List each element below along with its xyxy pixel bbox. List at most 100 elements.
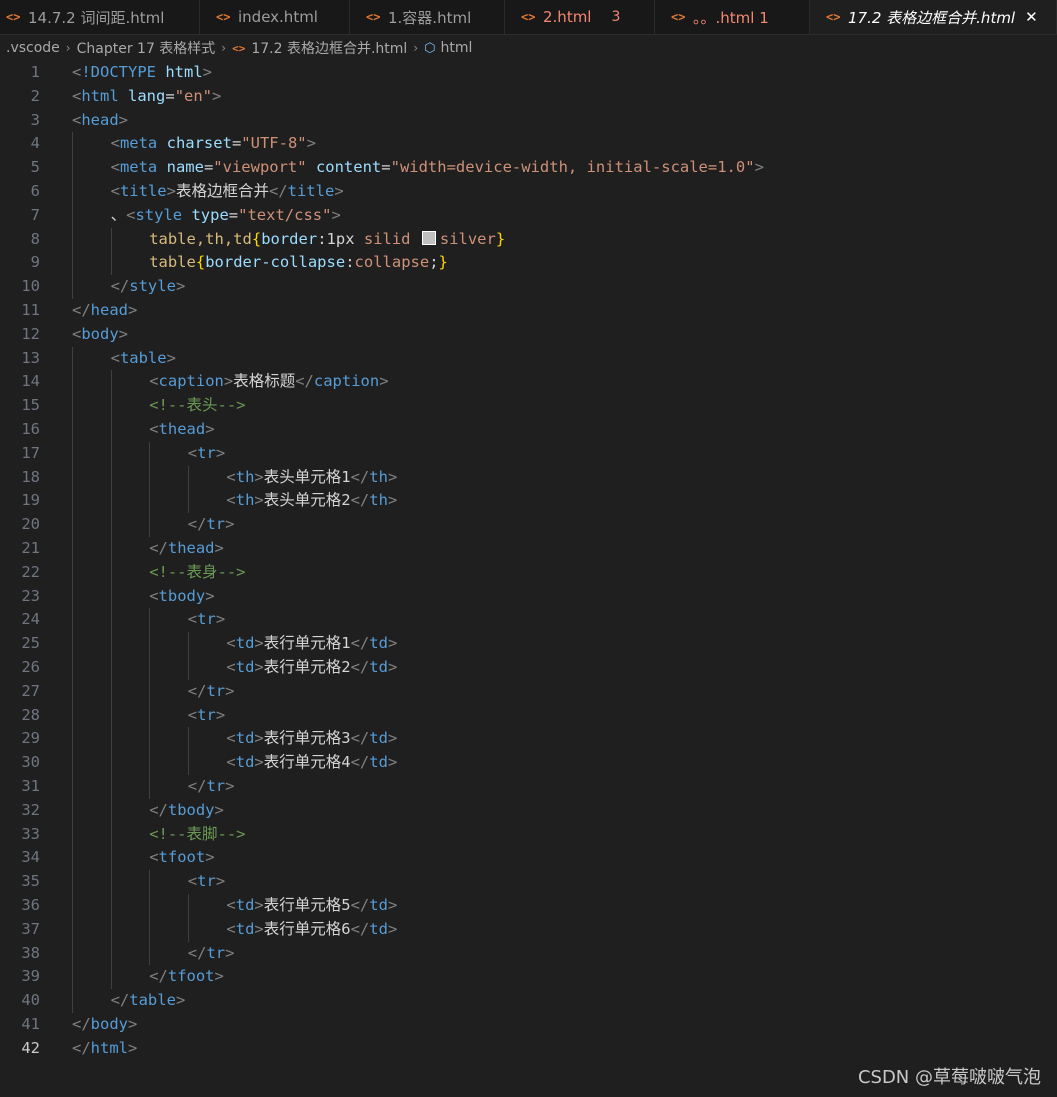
tab-14-7-2[interactable]: <> 14.7.2 词间距.html: [0, 0, 200, 34]
tab-dots-html[interactable]: <> 。。.html 1: [655, 0, 810, 34]
code-token: :: [317, 229, 327, 248]
line-number: 10: [21, 277, 40, 296]
code-line[interactable]: 19 <th>表头单元格2</th>: [0, 489, 1057, 514]
code-content: <th>表头单元格1</th>: [226, 466, 397, 490]
code-token: <: [110, 182, 120, 200]
code-token: >: [215, 443, 226, 462]
code-line[interactable]: 11 </head>: [0, 299, 1057, 323]
code-content: <caption>表格标题</caption>: [149, 370, 388, 394]
code-line[interactable]: 2 <html lang="en">: [0, 85, 1057, 109]
line-number: 15: [21, 396, 40, 415]
code-line[interactable]: 21 </thead>: [0, 537, 1057, 561]
code-line[interactable]: 6 <title>表格边框合并</title>: [0, 180, 1057, 204]
code-line[interactable]: 30 <td>表行单元格4</td>: [0, 751, 1057, 775]
code-line[interactable]: 3 <head>: [0, 109, 1057, 133]
breadcrumb-item-vscode[interactable]: .vscode: [6, 40, 60, 56]
code-line[interactable]: 16 <thead>: [0, 418, 1057, 442]
code-token: tr: [206, 943, 226, 962]
code-line[interactable]: 8 table,th,td{border:1px silid silver}: [0, 227, 1057, 252]
code-line[interactable]: 38 </tr>: [0, 941, 1057, 966]
code-token: >: [254, 753, 264, 772]
breadcrumb-item-chapter[interactable]: Chapter 17 表格样式: [77, 38, 216, 58]
indent-guide: [110, 965, 112, 990]
tab-container[interactable]: <> 1.容器.html: [350, 0, 505, 34]
code-content: </tr>: [188, 775, 235, 799]
code-line[interactable]: 13 <table>: [0, 346, 1057, 371]
code-token: >: [175, 277, 186, 296]
code-token: <: [226, 919, 236, 938]
code-content: table,th,td{border:1px silid silver}: [149, 228, 505, 252]
code-line[interactable]: 23 <tbody>: [0, 584, 1057, 609]
code-line[interactable]: 27 </tr>: [0, 679, 1057, 704]
code-token: </: [110, 277, 130, 296]
indent-guide: [72, 822, 73, 847]
code-line[interactable]: 34 <tfoot>: [0, 846, 1057, 871]
code-line[interactable]: 31 </tr>: [0, 775, 1057, 799]
code-token: <: [110, 348, 120, 367]
code-line[interactable]: 25 <td>表行单元格1</td>: [0, 632, 1057, 656]
line-number: 26: [21, 658, 40, 676]
indent-guide: [149, 632, 151, 656]
code-token: tr: [197, 443, 216, 462]
code-line[interactable]: 10 </style>: [0, 275, 1057, 299]
code-line[interactable]: 17 <tr>: [0, 441, 1057, 466]
code-line[interactable]: 29 <td>表行单元格3</td>: [0, 727, 1057, 752]
tab-2-html[interactable]: <> 2.html 3: [505, 0, 655, 34]
code-token: </: [149, 967, 168, 986]
code-line[interactable]: 9 table{border-collapse:collapse;}: [0, 251, 1057, 276]
code-editor[interactable]: 1 <!DOCTYPE html> 2 <html lang="en"> 3 <head>…: [0, 61, 1057, 1061]
code-token: table,th,td: [149, 229, 252, 248]
code-line[interactable]: 5 <meta name="viewport" content="width=de…: [0, 156, 1057, 180]
close-icon[interactable]: ✕: [1025, 8, 1038, 26]
tab-17-2-active[interactable]: <> 17.2 表格边框合并.html ✕: [810, 0, 1057, 34]
code-line[interactable]: 20 </tr>: [0, 513, 1057, 537]
indent-guide: [72, 965, 73, 990]
indent-guide: [72, 203, 73, 228]
code-line[interactable]: 41 </body>: [0, 1013, 1057, 1037]
code-token: >: [166, 348, 176, 367]
code-token: </: [350, 729, 370, 748]
code-line[interactable]: 12 <body>: [0, 323, 1057, 347]
code-token: th: [235, 491, 255, 510]
code-token: >: [254, 634, 264, 653]
code-line[interactable]: 40 </table>: [0, 989, 1057, 1013]
code-token: lang: [128, 86, 166, 105]
indent-guide: [187, 894, 189, 918]
code-line[interactable]: 15 <!--表头-->: [0, 394, 1057, 418]
breadcrumb-item-file[interactable]: 17.2 表格边框合并.html: [251, 38, 407, 58]
code-token: >: [212, 86, 222, 105]
color-swatch-icon[interactable]: [421, 230, 436, 245]
code-line[interactable]: 28 <tr>: [0, 703, 1057, 728]
code-line[interactable]: 32 </tbody>: [0, 798, 1057, 823]
indent-guide: [149, 727, 151, 752]
code-token: name: [166, 158, 204, 177]
code-line[interactable]: 42 </html>: [0, 1037, 1057, 1061]
code-line[interactable]: 26 <td>表行单元格2</td>: [0, 656, 1057, 680]
code-line[interactable]: 18 <th>表头单元格1</th>: [0, 465, 1057, 490]
code-line[interactable]: 4 <meta charset="UTF-8">: [0, 132, 1057, 157]
tab-label: 1.容器.html: [388, 8, 472, 27]
breadcrumb-item-symbol[interactable]: html: [441, 40, 473, 56]
tab-index[interactable]: <> index.html: [200, 0, 350, 34]
code-token: >: [128, 301, 138, 319]
code-line[interactable]: 37 <td>表行单元格6</td>: [0, 917, 1057, 942]
code-line[interactable]: 14 <caption>表格标题</caption>: [0, 370, 1057, 395]
code-line[interactable]: 39 </tfoot>: [0, 965, 1057, 990]
indent-guide: [110, 703, 112, 728]
code-token: tr: [197, 705, 216, 724]
code-line[interactable]: 33 <!--表脚-->: [0, 822, 1057, 847]
code-line[interactable]: 1 <!DOCTYPE html>: [0, 61, 1057, 85]
code-line[interactable]: 36 <td>表行单元格5</td>: [0, 894, 1057, 918]
indent-guide: [110, 798, 112, 823]
code-line[interactable]: 7 、<style type="text/css">: [0, 203, 1057, 228]
code-line[interactable]: 24 <tr>: [0, 608, 1057, 633]
chevron-right-icon: ›: [65, 41, 71, 55]
indent-guide: [149, 870, 151, 894]
code-line[interactable]: 35 <tr>: [0, 870, 1057, 894]
code-line[interactable]: 22 <!--表身-->: [0, 560, 1057, 585]
code-token: </: [187, 515, 207, 534]
indent-guide: [149, 679, 151, 704]
indent-guide: [149, 513, 151, 537]
code-token: td: [235, 753, 255, 772]
line-number: 13: [21, 348, 40, 367]
